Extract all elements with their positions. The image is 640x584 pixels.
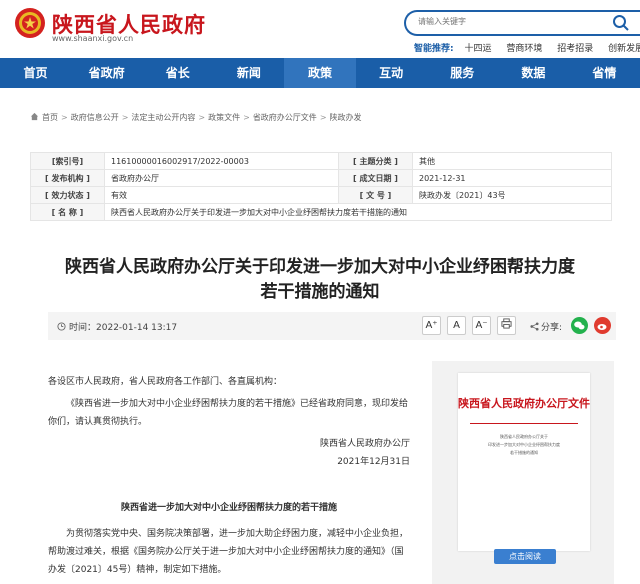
document-thumbnail[interactable]: 陕西省人民政府办公厅文件 陕西省人民政府办公厅关于 印发进一步加大对中小企业纾困…	[458, 373, 590, 551]
issuer-value: 省政府办公厅	[104, 169, 339, 187]
breadcrumb-item[interactable]: 法定主动公开内容	[131, 113, 195, 122]
nav-item-government[interactable]: 省政府	[71, 58, 142, 88]
read-document-button[interactable]: 点击阅读	[494, 549, 556, 564]
thumbnail-divider	[470, 423, 578, 424]
time-value: 2022-01-14 13:17	[96, 323, 178, 333]
font-increase-button[interactable]: A⁺	[422, 316, 441, 335]
issuer-label: [ 发布机构 ]	[30, 169, 105, 187]
breadcrumb-separator: >	[61, 113, 68, 122]
nav-item-service[interactable]: 服务	[427, 58, 498, 88]
index-value: 11610000016002917/2022-00003	[104, 152, 339, 170]
share-section: 分享:	[530, 320, 562, 333]
site-domain: www.shaanxi.gov.cn	[52, 34, 134, 43]
font-decrease-button[interactable]: A⁻	[472, 316, 491, 335]
signer: 陕西省人民政府办公厅	[319, 439, 410, 449]
nav-item-home[interactable]: 首页	[0, 58, 71, 88]
name-label: [ 名 称 ]	[30, 203, 105, 221]
smart-keyword[interactable]: 营商环境	[506, 44, 542, 54]
print-button[interactable]	[497, 316, 516, 335]
national-emblem-icon[interactable]	[14, 7, 46, 39]
measures-subtitle: 陕西省进一步加大对中小企业纾困帮扶力度的若干措施	[120, 503, 337, 513]
breadcrumb-separator: >	[198, 113, 206, 122]
article-toolbar: 时间：2022-01-14 13:17 A⁺ A A⁻ 分享:	[48, 312, 616, 340]
smart-keyword[interactable]: 创新发展	[608, 44, 640, 54]
search-input[interactable]	[418, 17, 588, 26]
search-icon[interactable]	[612, 14, 630, 32]
date-label: [ 成文日期 ]	[338, 169, 413, 187]
main-nav: 首页 省政府 省长 新闻 政策 互动 服务 数据 省情	[0, 58, 640, 88]
document-preview-panel: 陕西省人民政府办公厅文件 陕西省人民政府办公厅关于 印发进一步加大对中小企业纾困…	[432, 361, 614, 584]
smart-recommend-label: 智能推荐:	[414, 44, 454, 54]
docno-label: [ 文 号 ]	[338, 186, 413, 204]
sign-date: 2021年12月31日	[337, 457, 410, 467]
status-value: 有效	[104, 186, 339, 204]
breadcrumb: 首页 > 政府信息公开 > 法定主动公开内容 > 政策文件 > 省政府办公厅文件 > 陕政办发	[30, 112, 362, 123]
breadcrumb-item[interactable]: 政策文件	[208, 113, 240, 122]
wechat-share-button[interactable]	[571, 317, 588, 334]
thumbnail-header: 陕西省人民政府办公厅文件	[458, 397, 590, 410]
nav-item-policy[interactable]: 政策	[284, 58, 356, 88]
smart-keyword[interactable]: 十四运	[464, 44, 491, 54]
clock-icon	[57, 322, 66, 331]
thumbnail-text: 陕西省人民政府办公厅关于	[500, 434, 548, 439]
table-row: [ 发布机构 ] 省政府办公厅 [ 成文日期 ] 2021-12-31	[30, 169, 612, 187]
topic-label: [ 主题分类 ]	[338, 152, 413, 170]
index-label: [索引号]	[30, 152, 105, 170]
wechat-icon	[574, 321, 585, 330]
search-box	[404, 10, 640, 36]
nav-item-governor[interactable]: 省长	[142, 58, 213, 88]
name-value: 陕西省人民政府办公厅关于印发进一步加大对中小企业纾困帮扶力度若干措施的通知	[104, 203, 612, 221]
date-value: 2021-12-31	[412, 169, 612, 187]
share-label: 分享:	[541, 323, 563, 333]
docno-value: 陕政办发〔2021〕43号	[412, 186, 612, 204]
breadcrumb-separator: >	[319, 113, 327, 122]
article-body: 各设区市人民政府，省人民政府各工作部门、各直属机构： 《陕西省进一步加大对中小企…	[48, 373, 410, 579]
table-row: [ 名 称 ] 陕西省人民政府办公厅关于印发进一步加大对中小企业纾困帮扶力度若干…	[30, 203, 612, 221]
breadcrumb-item[interactable]: 陕政办发	[330, 113, 362, 122]
nav-item-news[interactable]: 新闻	[213, 58, 284, 88]
thumbnail-text: 若干措施的通知	[510, 450, 538, 455]
document-title-line: 若干措施的通知	[260, 282, 380, 302]
greeting-paragraph: 各设区市人民政府，省人民政府各工作部门、各直属机构：	[48, 377, 283, 387]
nav-item-interaction[interactable]: 互动	[356, 58, 427, 88]
smart-keyword[interactable]: 招考招录	[557, 44, 593, 54]
breadcrumb-separator: >	[121, 113, 129, 122]
print-icon	[501, 318, 512, 329]
paragraph: 为贯彻落实党中央、国务院决策部署，进一步加大助企纾困力度，减轻中小企业负担，帮助…	[48, 529, 409, 575]
topic-value: 其他	[412, 152, 612, 170]
paragraph: 《陕西省进一步加大对中小企业纾困帮扶力度的若干措施》已经省政府同意，现印发给你们…	[48, 399, 409, 427]
thumbnail-text: 印发进一步加大对中小企业纾困帮扶力度	[488, 442, 560, 447]
weibo-icon	[597, 324, 607, 330]
document-info-table: [索引号] 11610000016002917/2022-00003 [ 主题分…	[30, 152, 612, 221]
home-icon	[30, 112, 39, 121]
status-label: [ 效力状态 ]	[30, 186, 105, 204]
weibo-share-button[interactable]	[594, 317, 611, 334]
font-normal-button[interactable]: A	[447, 316, 466, 335]
nav-item-data[interactable]: 数据	[498, 58, 569, 88]
breadcrumb-separator: >	[243, 113, 250, 122]
publish-time: 时间：2022-01-14 13:17	[57, 320, 177, 333]
nav-item-province[interactable]: 省情	[569, 58, 640, 88]
table-row: [索引号] 11610000016002917/2022-00003 [ 主题分…	[30, 152, 612, 170]
breadcrumb-item[interactable]: 政府信息公开	[71, 113, 119, 122]
site-header: 陕西省人民政府 www.shaanxi.gov.cn 智能推荐: 十四运 营商环…	[0, 0, 640, 58]
smart-recommend: 智能推荐: 十四运 营商环境 招考招录 创新发展	[414, 41, 640, 54]
breadcrumb-item[interactable]: 首页	[42, 113, 58, 122]
table-row: [ 效力状态 ] 有效 [ 文 号 ] 陕政办发〔2021〕43号	[30, 186, 612, 204]
document-title-line: 陕西省人民政府办公厅关于印发进一步加大对中小企业纾困帮扶力度	[65, 257, 575, 277]
time-label: 时间：	[69, 323, 97, 333]
document-title: 陕西省人民政府办公厅关于印发进一步加大对中小企业纾困帮扶力度 若干措施的通知	[40, 255, 600, 305]
share-icon	[530, 322, 539, 331]
breadcrumb-item[interactable]: 省政府办公厅文件	[253, 113, 317, 122]
